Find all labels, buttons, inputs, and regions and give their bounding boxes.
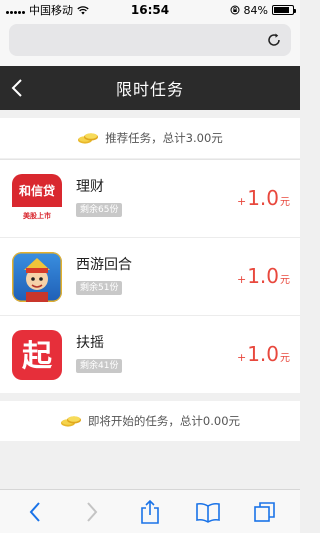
address-bar[interactable]	[9, 24, 291, 56]
status-time: 16:54	[130, 3, 170, 17]
recommended-summary: 推荐任务，总计3.00元	[0, 118, 300, 158]
signal-icon	[6, 6, 25, 14]
remaining-badge: 剩余51份	[76, 281, 123, 295]
reward-amount: 1.0	[247, 264, 279, 288]
reward-amount: 1.0	[247, 186, 279, 210]
upcoming-summary: 即将开始的任务，总计0.00元	[0, 401, 300, 441]
task-name: 扶摇	[76, 335, 104, 351]
reload-icon[interactable]	[265, 31, 283, 49]
task-list: 和信贷 美股上市 理财 剩余65份 + 1.0 元 西游回合 剩余51份 + 1…	[0, 159, 300, 393]
remaining-badge: 剩余41份	[76, 359, 123, 373]
share-button[interactable]	[137, 499, 163, 525]
reward: + 1.0 元	[237, 264, 290, 288]
coins-icon	[60, 416, 81, 427]
battery-percent: 84%	[243, 3, 268, 17]
task-item[interactable]: 和信贷 美股上市 理财 剩余65份 + 1.0 元	[0, 159, 300, 237]
xiyou-game-icon	[12, 252, 62, 302]
reward-plus: +	[236, 273, 247, 286]
back-icon[interactable]	[8, 77, 28, 99]
reward-unit: 元	[280, 353, 290, 364]
tabs-icon	[254, 501, 275, 522]
reward-unit: 元	[280, 275, 290, 286]
reward-unit: 元	[280, 197, 290, 208]
fuyao-logo: 起	[12, 330, 62, 380]
page-title: 限时任务	[115, 80, 184, 99]
task-item[interactable]: 起 扶摇 剩余41份 + 1.0 元	[0, 315, 300, 393]
svg-text:起: 起	[22, 339, 53, 374]
share-icon	[141, 499, 159, 524]
status-bar: 中国移动 16:54 84%	[0, 0, 300, 20]
tabs-button[interactable]	[252, 499, 278, 525]
remaining-badge: 剩余65份	[76, 203, 123, 217]
task-name: 西游回合	[76, 257, 132, 273]
browser-forward-button[interactable]	[79, 499, 105, 525]
bookmarks-button[interactable]	[195, 499, 221, 525]
chevron-right-icon	[87, 501, 98, 522]
task-item[interactable]: 西游回合 剩余51份 + 1.0 元	[0, 237, 300, 315]
reward-amount: 1.0	[247, 342, 279, 366]
reward: + 1.0 元	[237, 186, 290, 210]
browser-toolbar	[0, 489, 300, 533]
coins-icon	[78, 133, 99, 144]
status-right: 84%	[230, 3, 296, 17]
rotation-lock-icon	[230, 5, 240, 15]
battery-fill	[274, 7, 290, 13]
svg-text:美股上市: 美股上市	[23, 211, 51, 220]
wifi-icon	[77, 5, 89, 14]
hexindai-logo: 和信贷 美股上市	[12, 174, 62, 224]
svg-text:和信贷: 和信贷	[18, 183, 55, 198]
browser-back-button[interactable]	[22, 499, 48, 525]
upcoming-summary-text: 即将开始的任务，总计0.00元	[87, 414, 241, 428]
battery-icon	[272, 5, 296, 15]
reward: + 1.0 元	[237, 342, 290, 366]
recommended-summary-text: 推荐任务，总计3.00元	[105, 131, 223, 145]
reward-plus: +	[236, 351, 247, 364]
book-icon	[195, 502, 220, 523]
chevron-left-icon	[29, 501, 40, 522]
browser-address-area	[0, 20, 300, 66]
task-name: 理财	[76, 179, 104, 195]
status-left: 中国移动	[6, 2, 89, 18]
app-header: 限时任务	[0, 66, 300, 110]
reward-plus: +	[236, 195, 247, 208]
carrier-label: 中国移动	[29, 4, 73, 17]
